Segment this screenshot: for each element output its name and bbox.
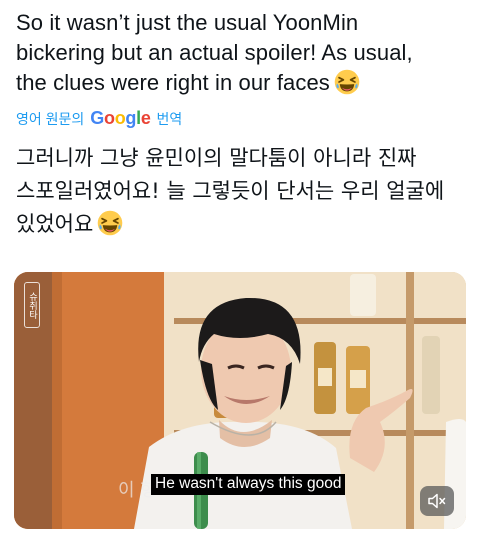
tweet-line: bickering but an actual spoiler! As usua…: [16, 40, 413, 65]
google-letter: o: [114, 108, 126, 128]
google-letter: e: [140, 108, 151, 128]
translated-line: 스포일러였어요! 늘 그렇듯이 단서는 우리 얼굴에: [16, 179, 445, 203]
channel-logo: 슈취타: [24, 282, 40, 328]
google-letter: G: [90, 108, 104, 128]
tweet-line: the clues were right in our faces: [16, 68, 472, 98]
mute-button[interactable]: [420, 486, 454, 516]
translation-attribution-link[interactable]: 영어 원문의 Google 번역: [16, 108, 182, 129]
google-letter: o: [104, 108, 115, 128]
google-logo: Google: [90, 108, 151, 129]
video-subtitle: He wasn't always this good: [151, 474, 346, 495]
translation-prefix: 영어 원문의: [16, 110, 85, 127]
tweet-line: So it wasn’t just the usual YoonMin: [16, 10, 359, 35]
google-letter: g: [125, 108, 137, 128]
laughing-emoji-icon: [98, 210, 123, 236]
muted-speaker-icon: [428, 493, 446, 509]
laughing-emoji-icon: [334, 69, 360, 95]
translated-text: 그러니까 그냥 윤민이의 말다툼이 아니라 진짜 스포일러였어요! 늘 그렇듯이…: [16, 142, 472, 241]
translated-line: 그러니까 그냥 윤민이의 말다툼이 아니라 진짜: [16, 146, 417, 170]
translation-suffix: 번역: [156, 110, 183, 127]
video-player[interactable]: 슈취타 이 형 He wasn't always this good: [14, 272, 466, 529]
tweet-text: So it wasn’t just the usual YoonMin bick…: [16, 8, 472, 98]
translated-line: 있었어요: [16, 208, 472, 241]
